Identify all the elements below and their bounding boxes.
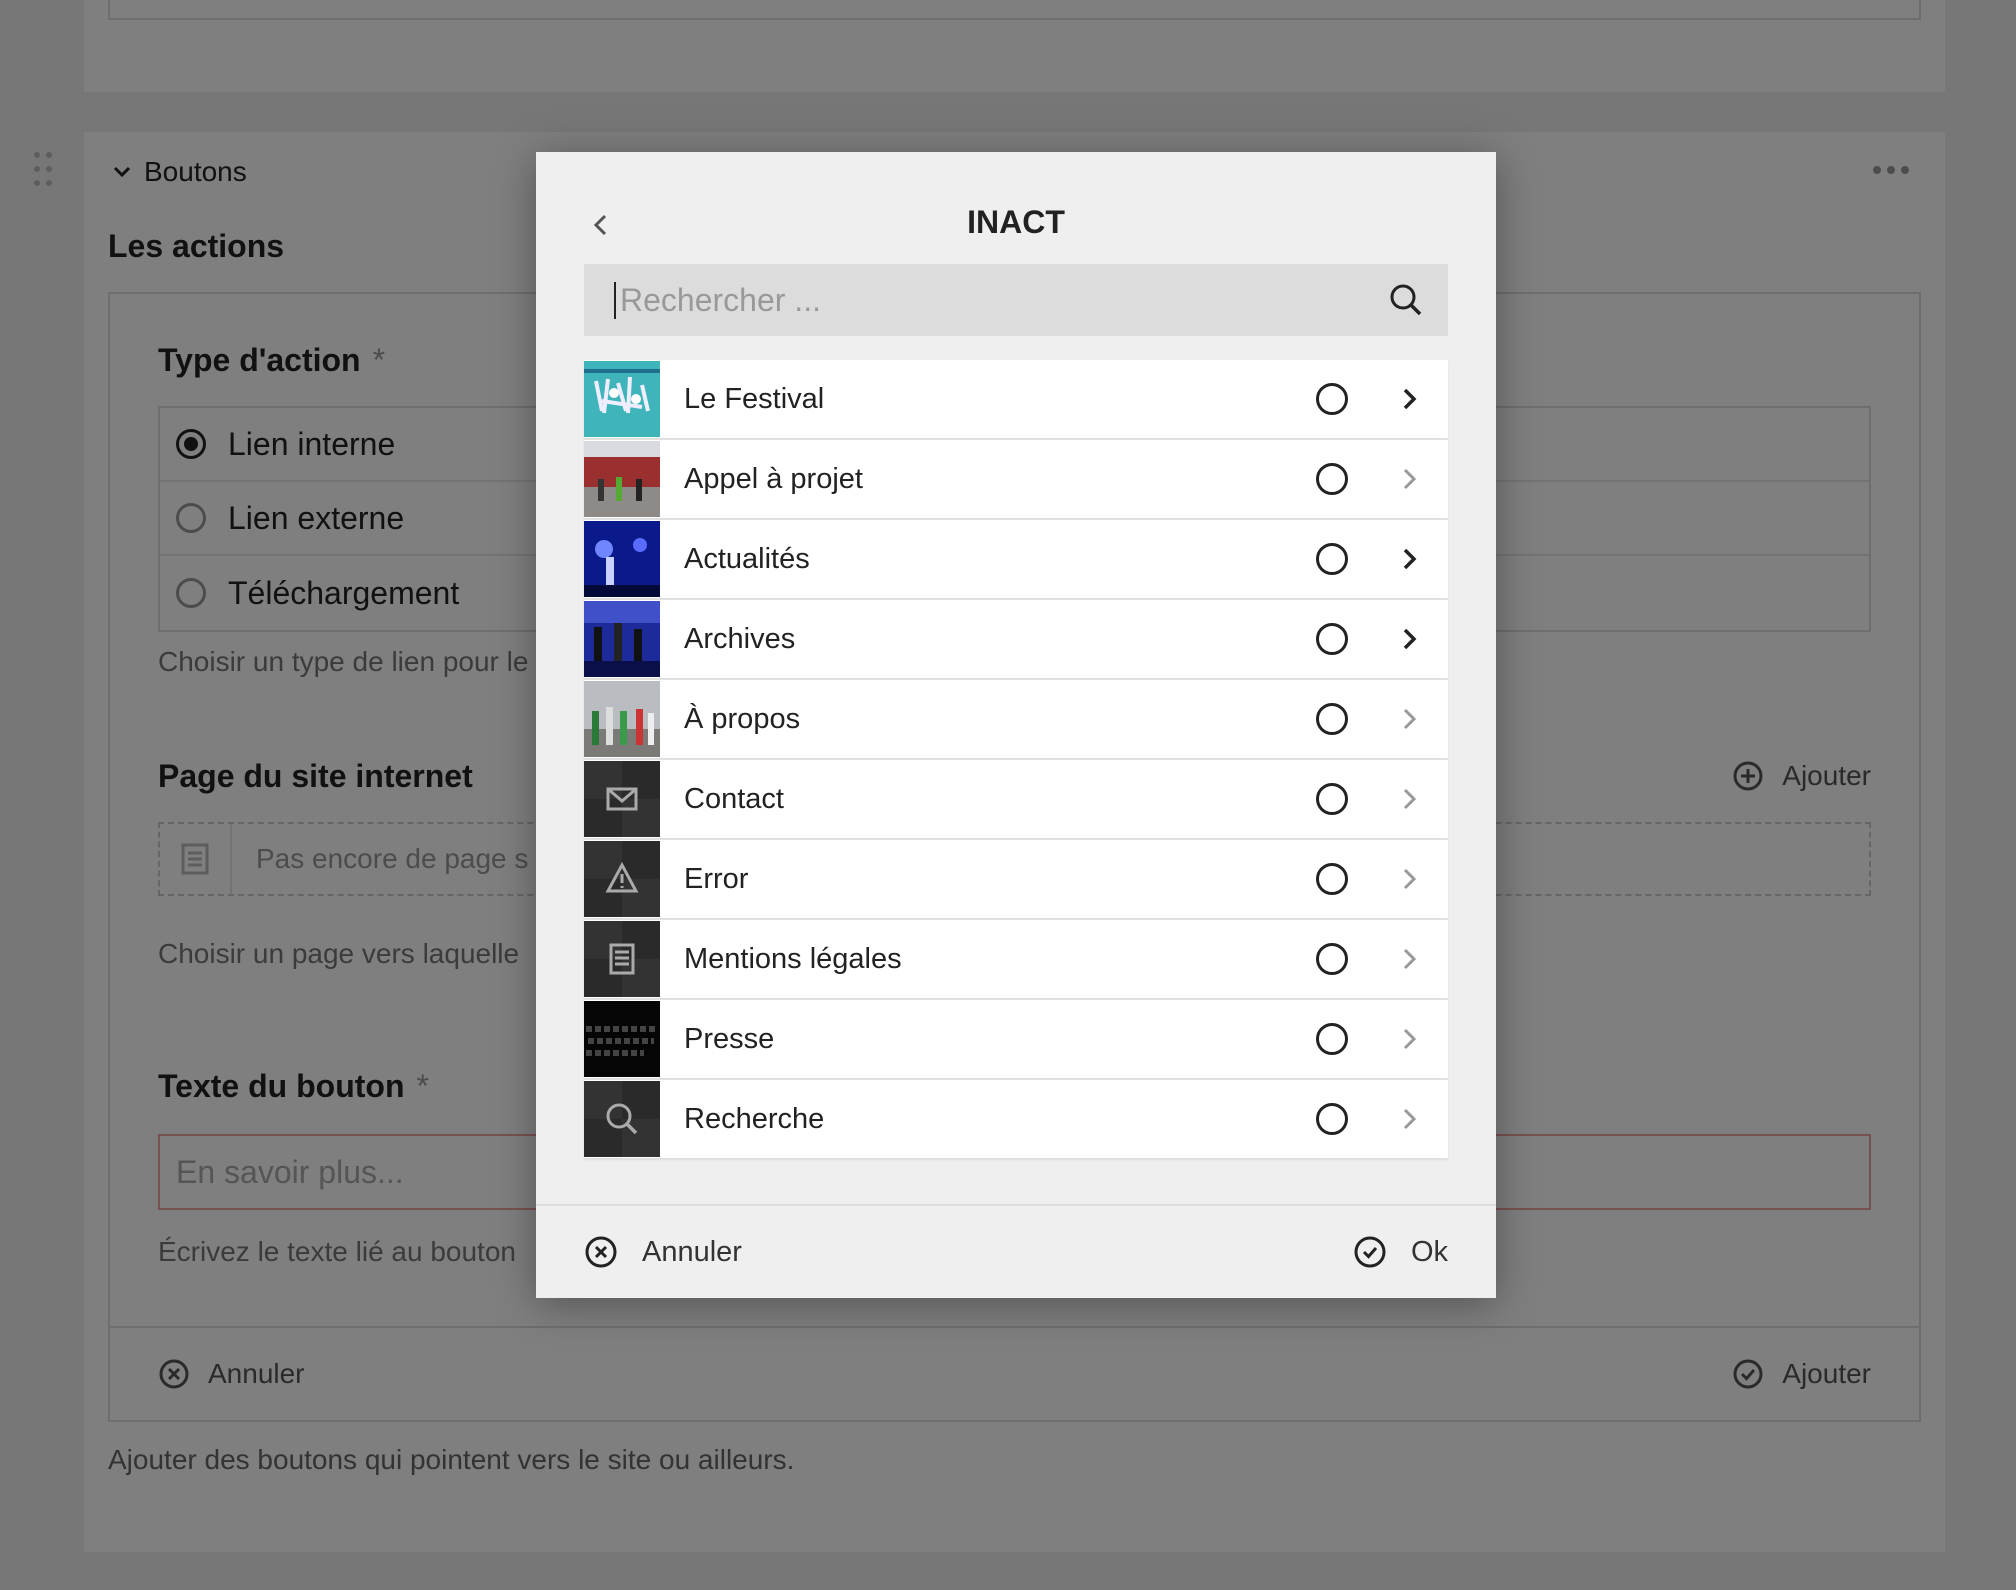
item-label: À propos [684, 702, 801, 735]
item-label: Error [684, 862, 749, 895]
thumbnail-image [584, 601, 660, 677]
list-item[interactable]: Le Festival [584, 360, 1448, 438]
item-label: Actualités [684, 542, 810, 575]
thumbnail-image [584, 521, 660, 597]
search-input[interactable] [614, 281, 1388, 319]
thumbnail-image [584, 441, 660, 517]
chevron-right-icon[interactable] [1394, 784, 1424, 814]
dialog-footer: Annuler Ok [536, 1204, 1496, 1298]
select-radio[interactable] [1316, 1103, 1348, 1135]
select-radio[interactable] [1316, 383, 1348, 415]
search-icon [584, 1081, 660, 1157]
select-radio[interactable] [1316, 463, 1348, 495]
chevron-right-icon[interactable] [1394, 1104, 1424, 1134]
select-radio[interactable] [1316, 623, 1348, 655]
chevron-right-icon[interactable] [1394, 864, 1424, 894]
item-label: Recherche [684, 1102, 825, 1135]
page-list: Le Festival Appel à projet Actualités Ar… [584, 360, 1448, 1160]
list-item[interactable]: Mentions légales [584, 920, 1448, 998]
chevron-right-icon[interactable] [1394, 944, 1424, 974]
ok-button[interactable]: Ok [1353, 1235, 1448, 1269]
envelope-icon [584, 761, 660, 837]
select-radio[interactable] [1316, 783, 1348, 815]
item-label: Archives [684, 622, 796, 655]
select-radio[interactable] [1316, 703, 1348, 735]
chevron-right-icon[interactable] [1394, 704, 1424, 734]
list-item[interactable]: Contact [584, 760, 1448, 838]
item-label: Le Festival [684, 382, 825, 415]
search-bar [584, 264, 1448, 336]
chevron-right-icon[interactable] [1394, 624, 1424, 654]
list-item[interactable]: Error [584, 840, 1448, 918]
document-icon [584, 921, 660, 997]
page-picker-dialog: INACT Le Festival Appel à projet [536, 152, 1496, 1298]
thumbnail-image [584, 1001, 660, 1077]
item-label: Mentions légales [684, 942, 902, 975]
search-icon[interactable] [1388, 282, 1424, 318]
check-circle-icon [1354, 1236, 1386, 1268]
chevron-right-icon[interactable] [1394, 1024, 1424, 1054]
cancel-button[interactable]: Annuler [584, 1235, 742, 1269]
list-item[interactable]: Archives [584, 600, 1448, 678]
chevron-right-icon[interactable] [1394, 464, 1424, 494]
dialog-title: INACT [967, 204, 1065, 240]
list-item[interactable]: Recherche [584, 1080, 1448, 1158]
list-item[interactable]: Actualités [584, 520, 1448, 598]
thumbnail-image [584, 361, 660, 437]
item-label: Contact [684, 782, 784, 815]
select-radio[interactable] [1316, 1023, 1348, 1055]
list-item[interactable]: À propos [584, 680, 1448, 758]
chevron-right-icon[interactable] [1394, 544, 1424, 574]
item-label: Appel à projet [684, 462, 863, 495]
warning-icon [584, 841, 660, 917]
select-radio[interactable] [1316, 943, 1348, 975]
select-radio[interactable] [1316, 863, 1348, 895]
cancel-circle-icon [585, 1236, 617, 1268]
thumbnail-image [584, 681, 660, 757]
select-radio[interactable] [1316, 543, 1348, 575]
item-label: Presse [684, 1022, 775, 1055]
list-item[interactable]: Appel à projet [584, 440, 1448, 518]
list-item[interactable]: Presse [584, 1000, 1448, 1078]
chevron-right-icon[interactable] [1394, 384, 1424, 414]
